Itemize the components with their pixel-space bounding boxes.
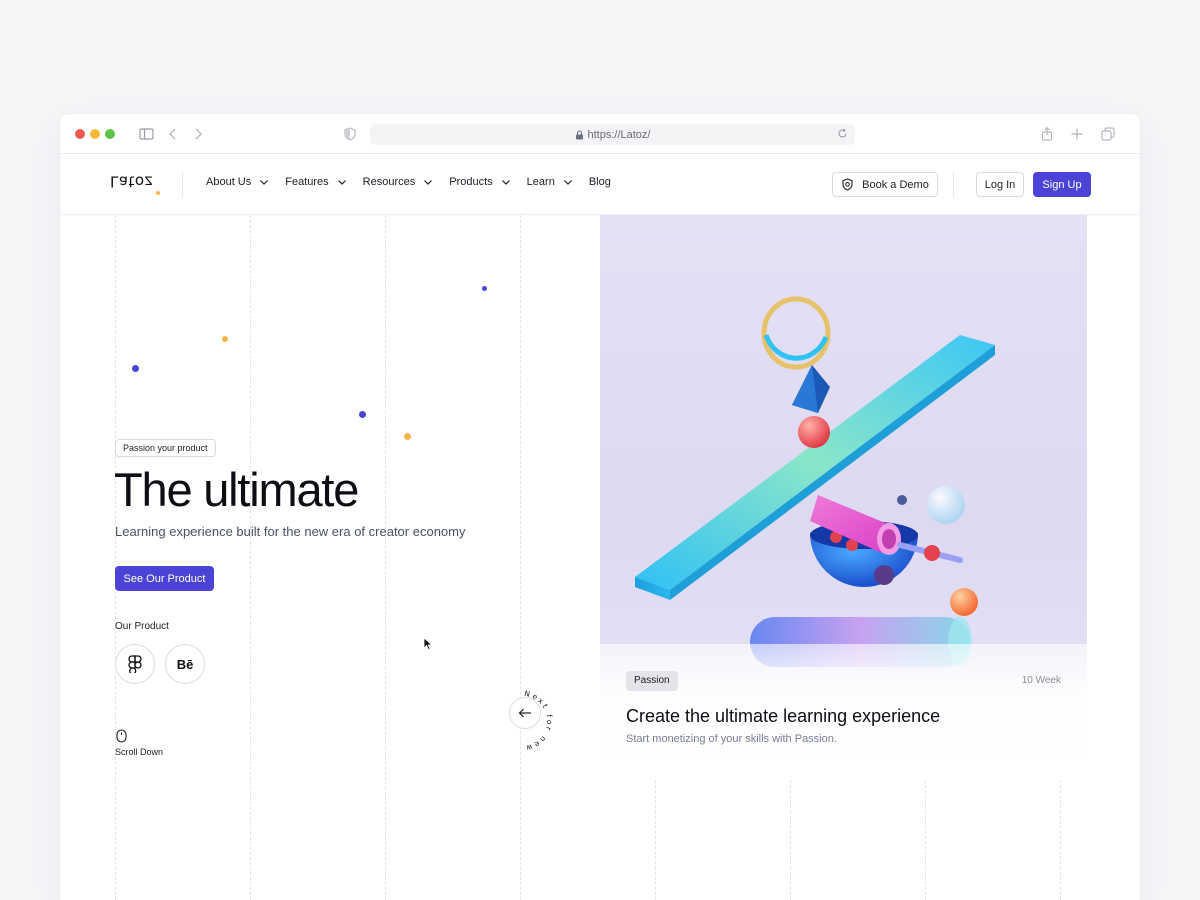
book-demo-label: Book a Demo bbox=[862, 178, 929, 191]
forward-icon[interactable] bbox=[189, 125, 207, 143]
nav-item-resources[interactable]: Resources bbox=[363, 176, 433, 188]
mouse-icon bbox=[116, 729, 127, 743]
share-icon[interactable] bbox=[1038, 125, 1056, 143]
card-badge: Passion bbox=[626, 671, 678, 691]
see-our-product-button[interactable]: See Our Product bbox=[115, 566, 214, 591]
grid-line bbox=[520, 215, 521, 900]
svg-text:Latoz: Latoz bbox=[110, 174, 153, 190]
nav-item-label: Products bbox=[449, 176, 493, 188]
sidebar-toggle-icon[interactable] bbox=[138, 125, 156, 143]
grid-line bbox=[115, 215, 116, 900]
maximize-window-button[interactable] bbox=[105, 129, 115, 139]
previous-arrow-button[interactable] bbox=[509, 697, 541, 729]
nav-item-label: Resources bbox=[362, 176, 416, 188]
nav-item-learn[interactable]: Learn bbox=[527, 176, 572, 188]
behance-link[interactable]: Bē bbox=[165, 644, 205, 684]
tabs-overview-icon[interactable] bbox=[1099, 125, 1117, 143]
nav-item-label: Learn bbox=[526, 176, 555, 188]
arrow-left-icon bbox=[518, 708, 531, 718]
figma-icon bbox=[128, 655, 142, 673]
reload-icon[interactable] bbox=[836, 127, 849, 140]
hero-subtitle: Learning experience built for the new er… bbox=[115, 524, 466, 539]
behance-icon: Bē bbox=[176, 656, 194, 672]
nav-item-blog[interactable]: Blog bbox=[589, 176, 611, 188]
book-demo-button[interactable]: Book a Demo bbox=[832, 172, 938, 197]
url-text: https://Latoz/ bbox=[587, 128, 651, 141]
hero-tag: Passion your product bbox=[115, 439, 216, 457]
decor-dot bbox=[222, 336, 228, 342]
card-title: Create the ultimate learning experience bbox=[626, 706, 941, 726]
nav-item-products[interactable]: Products bbox=[449, 176, 510, 188]
grid-line bbox=[655, 780, 656, 900]
lock-icon bbox=[575, 129, 583, 139]
address-bar[interactable]: https://Latoz/ bbox=[370, 124, 855, 145]
header-divider bbox=[182, 172, 183, 198]
nav-item-features[interactable]: Features bbox=[285, 176, 346, 188]
logo-dot bbox=[156, 191, 160, 195]
mouse-cursor-icon bbox=[423, 637, 433, 651]
decor-dot bbox=[132, 365, 139, 372]
chevron-down-icon bbox=[501, 179, 510, 185]
chevron-down-icon bbox=[563, 179, 572, 185]
chevron-down-icon bbox=[260, 179, 269, 185]
close-window-button[interactable] bbox=[75, 129, 85, 139]
logo[interactable]: Latoz bbox=[110, 173, 156, 195]
logo-wordmark: Latoz bbox=[110, 173, 153, 191]
browser-toolbar: https://Latoz/ bbox=[60, 114, 1140, 154]
signup-button[interactable]: Sign Up bbox=[1033, 172, 1091, 197]
shield-check-icon bbox=[842, 178, 853, 191]
new-tab-icon[interactable] bbox=[1068, 125, 1086, 143]
nav-item-label: Blog bbox=[588, 176, 611, 188]
nav-item-label: Features bbox=[285, 176, 329, 188]
main-nav: About Us Features Resources Products Lea… bbox=[206, 176, 628, 188]
featured-course-card[interactable]: Passion 10 Week Create the ultimate lear… bbox=[600, 215, 1087, 770]
grid-line bbox=[925, 780, 926, 900]
grid-line bbox=[250, 215, 251, 900]
decor-dot bbox=[482, 286, 487, 291]
chevron-down-icon bbox=[424, 179, 433, 185]
nav-item-label: About Us bbox=[206, 176, 252, 188]
card-subtitle: Start monetizing of your skills with Pas… bbox=[626, 733, 837, 745]
figma-link[interactable] bbox=[115, 644, 155, 684]
shield-icon[interactable] bbox=[341, 125, 359, 143]
header-divider bbox=[953, 172, 954, 198]
next-news-control[interactable]: Next for new news bbox=[498, 686, 566, 754]
login-button[interactable]: Log In bbox=[976, 172, 1024, 197]
our-product-label: Our Product bbox=[115, 621, 169, 632]
decor-dot bbox=[404, 433, 411, 440]
minimize-window-button[interactable] bbox=[90, 129, 100, 139]
scroll-down-label: Scroll Down bbox=[115, 747, 164, 757]
grid-line bbox=[790, 780, 791, 900]
chevron-down-icon bbox=[337, 179, 346, 185]
hero-title: The ultimate bbox=[114, 463, 359, 516]
nav-item-about-us[interactable]: About Us bbox=[206, 176, 269, 188]
card-duration: 10 Week bbox=[1021, 675, 1061, 686]
browser-window: https://Latoz/ Latoz About Us Features R… bbox=[60, 114, 1140, 900]
site-header: Latoz About Us Features Resources Produc… bbox=[60, 154, 1140, 215]
card-info: Passion 10 Week Create the ultimate lear… bbox=[600, 644, 1087, 770]
back-icon[interactable] bbox=[164, 125, 182, 143]
grid-line bbox=[385, 215, 386, 900]
decor-dot bbox=[359, 411, 366, 418]
grid-line bbox=[1060, 780, 1061, 900]
